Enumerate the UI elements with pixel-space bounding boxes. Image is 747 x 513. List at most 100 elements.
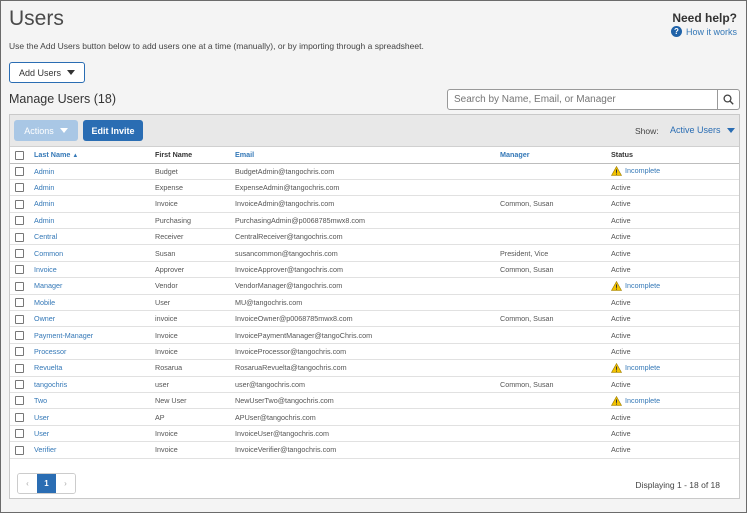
row-checkbox[interactable] — [15, 166, 24, 176]
row-checkbox[interactable] — [15, 445, 24, 455]
row-checkbox[interactable] — [15, 429, 24, 439]
row-checkbox[interactable] — [15, 347, 24, 357]
search-button[interactable] — [717, 89, 740, 110]
actions-button[interactable]: Actions — [14, 120, 78, 141]
status-text[interactable]: Incomplete — [625, 396, 660, 405]
last-name-link[interactable]: Central — [34, 228, 155, 246]
column-header-first-name: First Name — [155, 147, 235, 164]
email-cell: VendorManager@tangochris.com — [235, 277, 500, 295]
last-name-link[interactable]: Owner — [34, 310, 155, 328]
table-toolbar: Actions Edit Invite Show: Active Users — [10, 115, 739, 147]
row-checkbox-cell — [10, 326, 34, 344]
last-name-link[interactable]: Invoice — [34, 261, 155, 279]
last-name-link[interactable]: User — [34, 425, 155, 443]
email-cell: InvoicePaymentManager@tangoChris.com — [235, 326, 500, 344]
last-name-link[interactable]: Verifier — [34, 441, 155, 459]
last-name-link[interactable]: Admin — [34, 179, 155, 197]
first-name-cell: Susan — [155, 244, 235, 262]
status-cell: Active — [611, 261, 739, 279]
row-checkbox-cell — [10, 359, 34, 377]
manager-cell — [500, 392, 611, 410]
how-it-works-link[interactable]: ? How it works — [670, 26, 737, 37]
row-checkbox[interactable] — [15, 248, 24, 258]
question-circle-icon: ? — [670, 26, 682, 37]
row-checkbox[interactable] — [15, 412, 24, 422]
status-cell: Active — [611, 441, 739, 459]
row-checkbox[interactable] — [15, 199, 24, 209]
row-checkbox[interactable] — [15, 216, 24, 226]
show-filter-select[interactable]: Active Users — [670, 125, 735, 135]
status-text[interactable]: Incomplete — [625, 363, 660, 372]
table-row: Invoice Approver InvoiceApprover@tangochri… — [10, 261, 739, 279]
email-cell: PurchasingAdmin@p0068785mwx8.com — [235, 212, 500, 230]
last-name-link[interactable]: Admin — [34, 195, 155, 213]
row-checkbox[interactable] — [15, 314, 24, 324]
last-name-link[interactable]: Payment-Manager — [34, 326, 155, 344]
displaying-count: Displaying 1 - 18 of 18 — [635, 480, 720, 490]
manager-cell — [500, 277, 611, 295]
email-cell: InvoiceApprover@tangochris.com — [235, 261, 500, 279]
last-name-link[interactable]: Common — [34, 244, 155, 262]
need-help-heading: Need help? — [672, 11, 737, 25]
last-name-link[interactable]: Admin — [34, 163, 155, 180]
table-row: Mobile User MU@tangochris.com Active — [10, 294, 739, 312]
row-checkbox[interactable] — [15, 183, 24, 193]
status-cell: Active — [611, 228, 739, 246]
row-checkbox[interactable] — [15, 396, 24, 406]
status-text[interactable]: Incomplete — [625, 281, 660, 290]
last-name-link[interactable]: Processor — [34, 343, 155, 361]
status-cell: Active — [611, 425, 739, 443]
intro-text: Use the Add Users button below to add us… — [9, 41, 424, 51]
last-name-link[interactable]: Revuelta — [34, 359, 155, 377]
add-users-button[interactable]: Add Users — [9, 62, 85, 83]
row-checkbox[interactable] — [15, 363, 24, 373]
column-header-manager[interactable]: Manager — [500, 147, 611, 164]
next-page-button[interactable]: › — [56, 474, 75, 493]
table-row: Admin Budget BudgetAdmin@tangochris.com Inc… — [10, 163, 739, 180]
email-cell: InvoiceProcessor@tangochris.com — [235, 343, 500, 361]
users-panel: Actions Edit Invite Show: Active Users L… — [9, 114, 740, 499]
row-checkbox[interactable] — [15, 232, 24, 242]
last-name-link[interactable]: Admin — [34, 212, 155, 230]
status-cell: Active — [611, 376, 739, 393]
last-name-link[interactable]: Two — [34, 392, 155, 410]
email-cell: susancommon@tangochris.com — [235, 244, 500, 262]
status-text: Active — [611, 346, 631, 356]
row-checkbox-cell — [10, 343, 34, 361]
email-cell: InvoiceOwner@p0068785mwx8.com — [235, 310, 500, 328]
last-name-link[interactable]: Mobile — [34, 294, 155, 312]
edit-invite-button[interactable]: Edit Invite — [83, 120, 143, 141]
first-name-cell: AP — [155, 408, 235, 426]
search-input[interactable] — [447, 89, 718, 110]
manager-cell: Common, Susan — [500, 261, 611, 279]
how-it-works-label: How it works — [685, 26, 737, 37]
table-row: Revuelta Rosarua RosaruaRevuelta@tangochri… — [10, 359, 739, 377]
last-name-link[interactable]: User — [34, 408, 155, 426]
row-checkbox[interactable] — [15, 281, 24, 291]
row-checkbox[interactable] — [15, 330, 24, 340]
email-cell: BudgetAdmin@tangochris.com — [235, 163, 500, 180]
row-checkbox[interactable] — [15, 298, 24, 308]
page-1-button[interactable]: 1 — [37, 474, 56, 493]
select-all-checkbox[interactable] — [15, 150, 24, 160]
status-cell: Active — [611, 179, 739, 197]
manager-cell: President, Vice — [500, 244, 611, 262]
column-header-email[interactable]: Email — [235, 147, 500, 164]
row-checkbox-cell — [10, 195, 34, 213]
row-checkbox-cell — [10, 441, 34, 459]
first-name-cell: Invoice — [155, 195, 235, 213]
last-name-link[interactable]: Manager — [34, 277, 155, 295]
status-text: Active — [611, 428, 631, 438]
row-checkbox[interactable] — [15, 380, 24, 390]
previous-page-button[interactable]: ‹ — [18, 474, 37, 493]
manager-cell — [500, 343, 611, 361]
column-header-last-name[interactable]: Last Name ▲ — [34, 147, 155, 164]
row-checkbox-cell — [10, 244, 34, 262]
row-checkbox-cell — [10, 277, 34, 295]
last-name-link[interactable]: tangochris — [34, 376, 155, 393]
row-checkbox[interactable] — [15, 265, 24, 275]
status-text[interactable]: Incomplete — [625, 166, 660, 175]
first-name-cell: Invoice — [155, 425, 235, 443]
manager-cell — [500, 294, 611, 312]
users-page: Users Need help? ? How it works Use the … — [0, 0, 747, 513]
